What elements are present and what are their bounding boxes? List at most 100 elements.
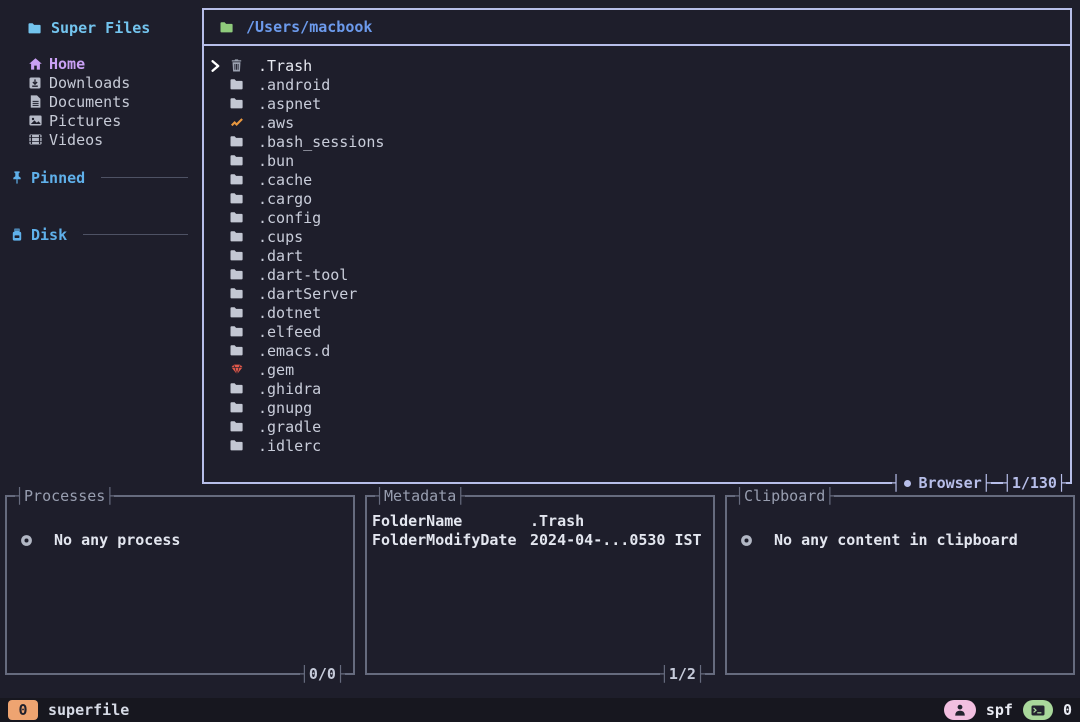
sidebar-item-label: Pictures (49, 112, 121, 130)
disk-icon (10, 228, 23, 241)
panel-title-label: Clipboard (744, 487, 825, 505)
superfile-app: Super Files HomeDownloadsDocumentsPictur… (0, 0, 1080, 722)
browser-panel: /Users/macbook .Trash.android.aspnet.aws… (202, 8, 1072, 484)
file-row[interactable]: .ghidra (204, 379, 1070, 398)
path-bar[interactable]: /Users/macbook (204, 10, 1070, 46)
metadata-counter: 1/2 (660, 664, 705, 684)
file-row[interactable]: .Trash (204, 56, 1070, 75)
folder-icon (230, 136, 243, 147)
cursor-icon (209, 60, 222, 72)
pin-icon (10, 171, 23, 184)
file-row[interactable]: .bash_sessions (204, 132, 1070, 151)
file-row[interactable]: .dart-tool (204, 265, 1070, 284)
user-badge (944, 700, 976, 720)
metadata-panel: Metadata FolderName.TrashFolderModifyDat… (365, 495, 715, 675)
gem-icon (230, 364, 243, 375)
processes-panel-title: Processes (15, 486, 114, 506)
file-row[interactable]: .cache (204, 170, 1070, 189)
sidebar-item-label: Documents (49, 93, 130, 111)
file-name: .gradle (258, 418, 321, 436)
counter-label: 1/2 (669, 665, 696, 683)
file-row[interactable]: .dart (204, 246, 1070, 265)
sidebar-item-home[interactable]: Home (0, 54, 200, 73)
metadata-key: FolderModifyDate (372, 531, 530, 549)
file-name: .dartServer (258, 285, 357, 303)
file-row[interactable]: .config (204, 208, 1070, 227)
file-row[interactable]: .aspnet (204, 94, 1070, 113)
file-name: .dart-tool (258, 266, 348, 284)
file-list: .Trash.android.aspnet.aws.bash_sessions.… (204, 46, 1070, 455)
folder-icon (230, 79, 243, 90)
download-icon (28, 77, 42, 89)
file-row[interactable]: .dartServer (204, 284, 1070, 303)
folder-icon (230, 421, 243, 432)
file-row[interactable]: .dotnet (204, 303, 1070, 322)
counter-label: 0/0 (309, 665, 336, 683)
file-counter: 1/130 (1012, 474, 1057, 492)
metadata-key: FolderName (372, 512, 530, 530)
file-name: .bash_sessions (258, 133, 384, 151)
folder-icon (230, 193, 243, 204)
sidebar-item-pictures[interactable]: Pictures (0, 111, 200, 130)
file-row[interactable]: .bun (204, 151, 1070, 170)
file-name: .android (258, 76, 330, 94)
window-title: superfile (48, 701, 129, 719)
file-row[interactable]: .gem (204, 360, 1070, 379)
folder-icon (230, 231, 243, 242)
app-title-label: Super Files (51, 19, 150, 37)
metadata-rows: FolderName.TrashFolderModifyDate2024-04-… (367, 511, 713, 549)
sidebar-section-pinned[interactable]: Pinned (0, 168, 200, 187)
file-name: .config (258, 209, 321, 227)
folder-icon (230, 212, 243, 223)
file-row[interactable]: .cups (204, 227, 1070, 246)
sidebar-item-downloads[interactable]: Downloads (0, 73, 200, 92)
aws-icon (230, 117, 243, 128)
dot-circle-icon (740, 534, 753, 547)
panel-mode-label: Browser (919, 474, 982, 492)
sidebar-item-label: Home (49, 55, 85, 73)
sidebar-item-documents[interactable]: Documents (0, 92, 200, 111)
sidebar-item-videos[interactable]: Videos (0, 130, 200, 149)
file-row[interactable]: .aws (204, 113, 1070, 132)
section-label: Disk (31, 226, 67, 244)
session-index-badge: 0 (8, 700, 38, 720)
file-name: .gem (258, 361, 294, 379)
user-icon (954, 704, 966, 716)
empty-message: No any content in clipboard (774, 531, 1018, 549)
browser-mode-tag: Browser (892, 472, 991, 494)
file-name: .Trash (258, 57, 312, 75)
file-row[interactable]: .emacs.d (204, 341, 1070, 360)
folder-icon (230, 250, 243, 261)
folder-icon (230, 269, 243, 280)
sidebar-nav: HomeDownloadsDocumentsPicturesVideos (0, 54, 200, 149)
file-name: .ghidra (258, 380, 321, 398)
file-name: .gnupg (258, 399, 312, 417)
file-row[interactable]: .gnupg (204, 398, 1070, 417)
file-row[interactable]: .elfeed (204, 322, 1070, 341)
empty-message: No any process (54, 531, 180, 549)
file-row[interactable]: .android (204, 75, 1070, 94)
panel-title-label: Metadata (384, 487, 456, 505)
file-name: .cargo (258, 190, 312, 208)
session-index: 0 (18, 701, 27, 719)
home-icon (28, 58, 42, 70)
file-row[interactable]: .gradle (204, 417, 1070, 436)
terminal-badge (1023, 700, 1053, 720)
file-name: .elfeed (258, 323, 321, 341)
file-row[interactable]: .cargo (204, 189, 1070, 208)
file-counter-tag: 1/130 (1003, 472, 1066, 494)
file-name: .bun (258, 152, 294, 170)
panel-mode-icon (904, 480, 911, 487)
metadata-value: 2024-04-...0530 IST (530, 531, 702, 549)
picture-icon (28, 115, 42, 126)
terminal-icon (1031, 705, 1045, 716)
sidebar-section-disk[interactable]: Disk (0, 225, 200, 244)
folder-icon (230, 155, 243, 166)
folder-icon (230, 326, 243, 337)
video-icon (28, 134, 42, 145)
folder-icon (219, 22, 233, 33)
status-bar: 0 superfile spf 0 (0, 698, 1080, 722)
folder-icon (230, 288, 243, 299)
file-row[interactable]: .idlerc (204, 436, 1070, 455)
file-name: .idlerc (258, 437, 321, 455)
